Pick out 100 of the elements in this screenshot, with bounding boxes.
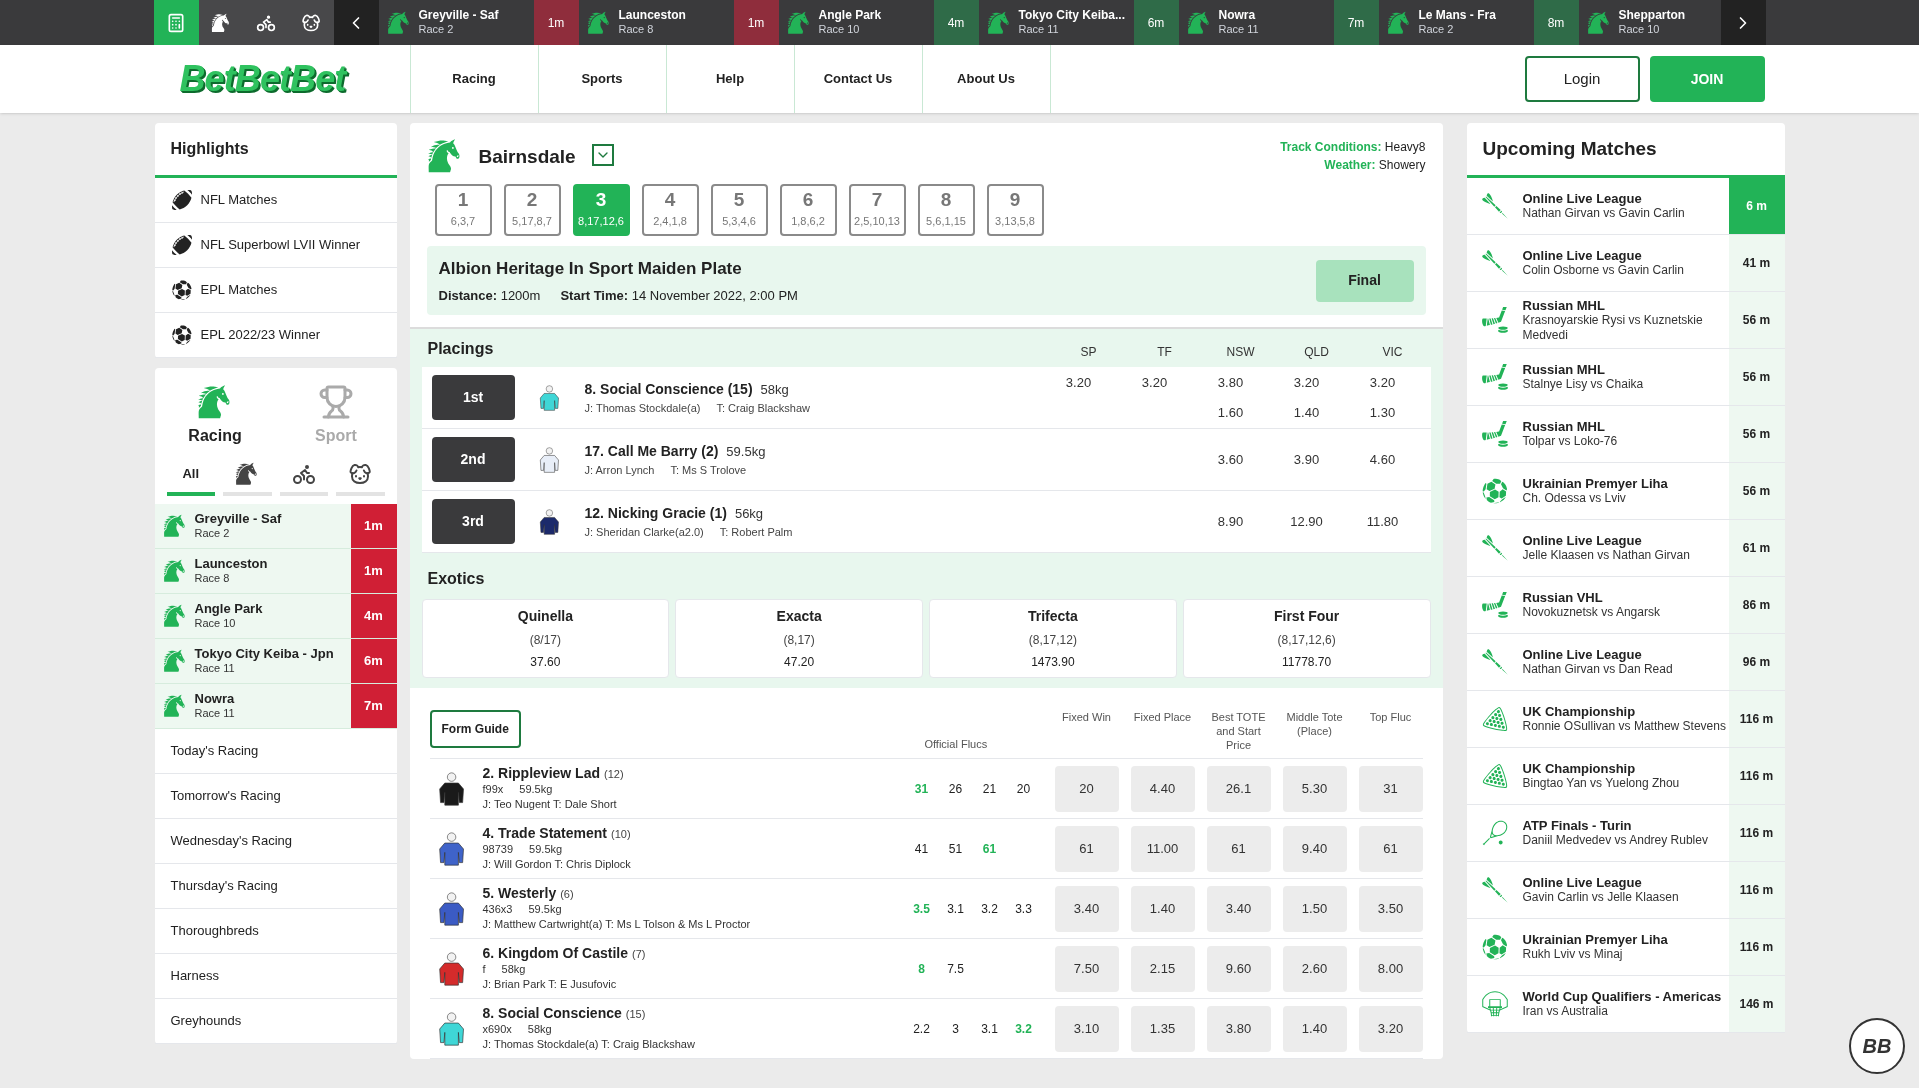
match-countdown: 96 m bbox=[1728, 634, 1785, 690]
odds-button[interactable]: 61 bbox=[1054, 825, 1119, 872]
odds-button[interactable]: 3.10 bbox=[1054, 1005, 1119, 1052]
match-row[interactable]: World Cup Qualifiers - Americas Iran vs Australia 146 m bbox=[1466, 976, 1785, 1033]
match-row[interactable]: Russian MHL Tolpar vs Loko-76 56 m bbox=[1466, 406, 1785, 463]
match-row[interactable]: Ukrainian Premyer Liha Ch. Odessa vs Lviv 56 m bbox=[1466, 463, 1785, 520]
nav-link[interactable]: Sports bbox=[538, 45, 667, 113]
highlight-item[interactable]: EPL 2022/23 Winner bbox=[154, 313, 397, 358]
column-header: SP bbox=[1079, 344, 1098, 361]
sidebar-link[interactable]: Wednesday's Racing bbox=[154, 819, 397, 864]
odds-button[interactable]: 9.40 bbox=[1282, 825, 1347, 872]
next-race-item[interactable]: Nowra Race 11 bbox=[1178, 0, 1334, 45]
odds-button[interactable]: 1.40 bbox=[1130, 885, 1195, 932]
race-number-button[interactable]: 7 2,5,10,13 bbox=[848, 184, 906, 236]
race-number-button[interactable]: 2 5,17,8,7 bbox=[503, 184, 561, 236]
match-row[interactable]: Russian VHL Novokuznetsk vs Angarsk 86 m bbox=[1466, 577, 1785, 634]
highlight-item[interactable]: NFL Matches bbox=[154, 178, 397, 223]
odds-button[interactable]: 26.1 bbox=[1206, 765, 1271, 812]
odds-button[interactable]: 3.20 bbox=[1358, 1005, 1423, 1052]
mode-tab[interactable]: Racing bbox=[154, 384, 276, 448]
race-number-button[interactable]: 1 6,3,7 bbox=[434, 184, 492, 236]
filter-tab[interactable]: All bbox=[166, 456, 215, 496]
odds-button[interactable]: 1.35 bbox=[1130, 1005, 1195, 1052]
race-number-button[interactable]: 6 1,8,6,2 bbox=[779, 184, 837, 236]
race-row[interactable]: Nowra Race 11 7m bbox=[154, 684, 397, 729]
runner-form: x690x bbox=[482, 1021, 512, 1037]
match-row[interactable]: ATP Finals - Turin Daniil Medvedev vs Andrey Rublev 116 m bbox=[1466, 805, 1785, 862]
login-button[interactable]: Login bbox=[1524, 56, 1640, 102]
race-row[interactable]: Tokyo City Keiba - Jpn Race 11 6m bbox=[154, 639, 397, 684]
form-guide-button[interactable]: Form Guide bbox=[429, 710, 521, 748]
match-row[interactable]: Online Live League Nathan Girvan vs Dan Read 96 m bbox=[1466, 634, 1785, 691]
match-row[interactable]: Russian MHL Krasnoyarskie Rysi vs Kuznetskie Medvedi 56 m bbox=[1466, 292, 1785, 349]
odds-button[interactable]: 61 bbox=[1206, 825, 1271, 872]
floating-logo-badge[interactable]: BB bbox=[1849, 1018, 1905, 1074]
sidebar-link[interactable]: Tomorrow's Racing bbox=[154, 774, 397, 819]
odds-button[interactable]: 3.80 bbox=[1206, 1005, 1271, 1052]
odds-button[interactable]: 11.00 bbox=[1130, 825, 1195, 872]
highlight-item[interactable]: NFL Superbowl LVII Winner bbox=[154, 223, 397, 268]
race-number-button[interactable]: 8 5,6,1,15 bbox=[917, 184, 975, 236]
nav-link[interactable]: Contact Us bbox=[794, 45, 923, 113]
odds-button[interactable]: 4.40 bbox=[1130, 765, 1195, 812]
odds-button[interactable]: 20 bbox=[1054, 765, 1119, 812]
race-venue: Tokyo City Keiba... bbox=[1018, 8, 1125, 24]
racing-type-tab[interactable] bbox=[288, 0, 334, 45]
race-number-button[interactable]: 5 5,3,4,6 bbox=[710, 184, 768, 236]
racing-type-tab[interactable] bbox=[153, 0, 199, 45]
race-row[interactable]: Angle Park Race 10 4m bbox=[154, 594, 397, 639]
match-countdown: 56 m bbox=[1728, 349, 1785, 405]
match-row[interactable]: Online Live League Gavin Carlin vs Jelle Klaasen 116 m bbox=[1466, 862, 1785, 919]
odds-button[interactable]: 5.30 bbox=[1282, 765, 1347, 812]
odds-button[interactable]: 31 bbox=[1358, 765, 1423, 812]
next-race-item[interactable]: Greyville - Saf Race 2 bbox=[378, 0, 534, 45]
runner-form: 98739 bbox=[482, 841, 514, 857]
next-race-item[interactable]: Le Mans - Fra Race 2 bbox=[1378, 0, 1534, 45]
highlight-item[interactable]: EPL Matches bbox=[154, 268, 397, 313]
match-row[interactable]: Online Live League Nathan Girvan vs Gavin Carlin 6 m bbox=[1466, 178, 1785, 235]
match-league: Online Live League bbox=[1522, 647, 1643, 662]
odds-button[interactable]: 3.40 bbox=[1054, 885, 1119, 932]
odds-button[interactable]: 2.15 bbox=[1130, 945, 1195, 992]
odds-button[interactable]: 7.50 bbox=[1054, 945, 1119, 992]
odds-button[interactable]: 1.40 bbox=[1282, 1005, 1347, 1052]
odds-button[interactable]: 3.40 bbox=[1206, 885, 1271, 932]
sidebar-link[interactable]: Today's Racing bbox=[154, 729, 397, 774]
next-race-item[interactable]: Tokyo City Keiba... Race 11 bbox=[978, 0, 1134, 45]
odds-button[interactable]: 1.50 bbox=[1282, 885, 1347, 932]
odds-button[interactable]: 61 bbox=[1358, 825, 1423, 872]
match-league: Russian MHL bbox=[1522, 362, 1606, 377]
odds-button[interactable]: 9.60 bbox=[1206, 945, 1271, 992]
match-row[interactable]: Online Live League Jelle Klaasen vs Nathan Girvan 61 m bbox=[1466, 520, 1785, 577]
sidebar-link[interactable]: Thoroughbreds bbox=[154, 909, 397, 954]
match-row[interactable]: Russian MHL Stalnye Lisy vs Chaika 56 m bbox=[1466, 349, 1785, 406]
match-row[interactable]: Online Live League Colin Osborne vs Gavin Carlin 41 m bbox=[1466, 235, 1785, 292]
match-row[interactable]: Ukrainian Premyer Liha Rukh Lviv vs Minaj 116 m bbox=[1466, 919, 1785, 976]
horse-head-icon bbox=[1386, 10, 1411, 35]
match-row[interactable]: UK Championship Bingtao Yan vs Yuelong Zhou 116 m bbox=[1466, 748, 1785, 805]
nav-link[interactable]: Help bbox=[666, 45, 795, 113]
match-row[interactable]: UK Championship Ronnie OSullivan vs Matthew Stevens 116 m bbox=[1466, 691, 1785, 748]
tennis-racket-icon bbox=[1480, 819, 1509, 847]
nav-link[interactable]: About Us bbox=[922, 45, 1051, 113]
horse-head-icon bbox=[211, 12, 231, 33]
dividend-value: 1.60 bbox=[1216, 403, 1245, 422]
odds-button[interactable]: 2.60 bbox=[1282, 945, 1347, 992]
next-race-item[interactable]: Shepparton Race 10 bbox=[1578, 0, 1721, 45]
odds-button[interactable]: 3.50 bbox=[1358, 885, 1423, 932]
meeting-dropdown[interactable] bbox=[591, 144, 614, 166]
jockey-trainer: J: Thomas Stockdale(a) T: Craig Blackshaw bbox=[482, 1036, 696, 1052]
dividend-value: 3.80 bbox=[1216, 374, 1245, 392]
race-row[interactable]: Greyville - Saf Race 2 1m bbox=[154, 504, 397, 549]
sidebar-link[interactable]: Greyhounds bbox=[154, 999, 397, 1044]
match-league: Online Live League bbox=[1522, 533, 1643, 548]
odds-button[interactable]: 8.00 bbox=[1358, 945, 1423, 992]
racing-type-tab[interactable] bbox=[198, 0, 244, 45]
race-number-button[interactable]: 9 3,13,5,8 bbox=[986, 184, 1044, 236]
race-row[interactable]: Launceston Race 8 1m bbox=[154, 549, 397, 594]
next-race-item[interactable]: Angle Park Race 10 bbox=[778, 0, 934, 45]
race-number-button[interactable]: 4 2,4,1,8 bbox=[641, 184, 699, 236]
sidebar-link[interactable]: Harness bbox=[154, 954, 397, 999]
next-race-item[interactable]: Launceston Race 8 bbox=[578, 0, 734, 45]
nav-link[interactable]: Racing bbox=[410, 45, 539, 113]
sidebar-link[interactable]: Thursday's Racing bbox=[154, 864, 397, 909]
